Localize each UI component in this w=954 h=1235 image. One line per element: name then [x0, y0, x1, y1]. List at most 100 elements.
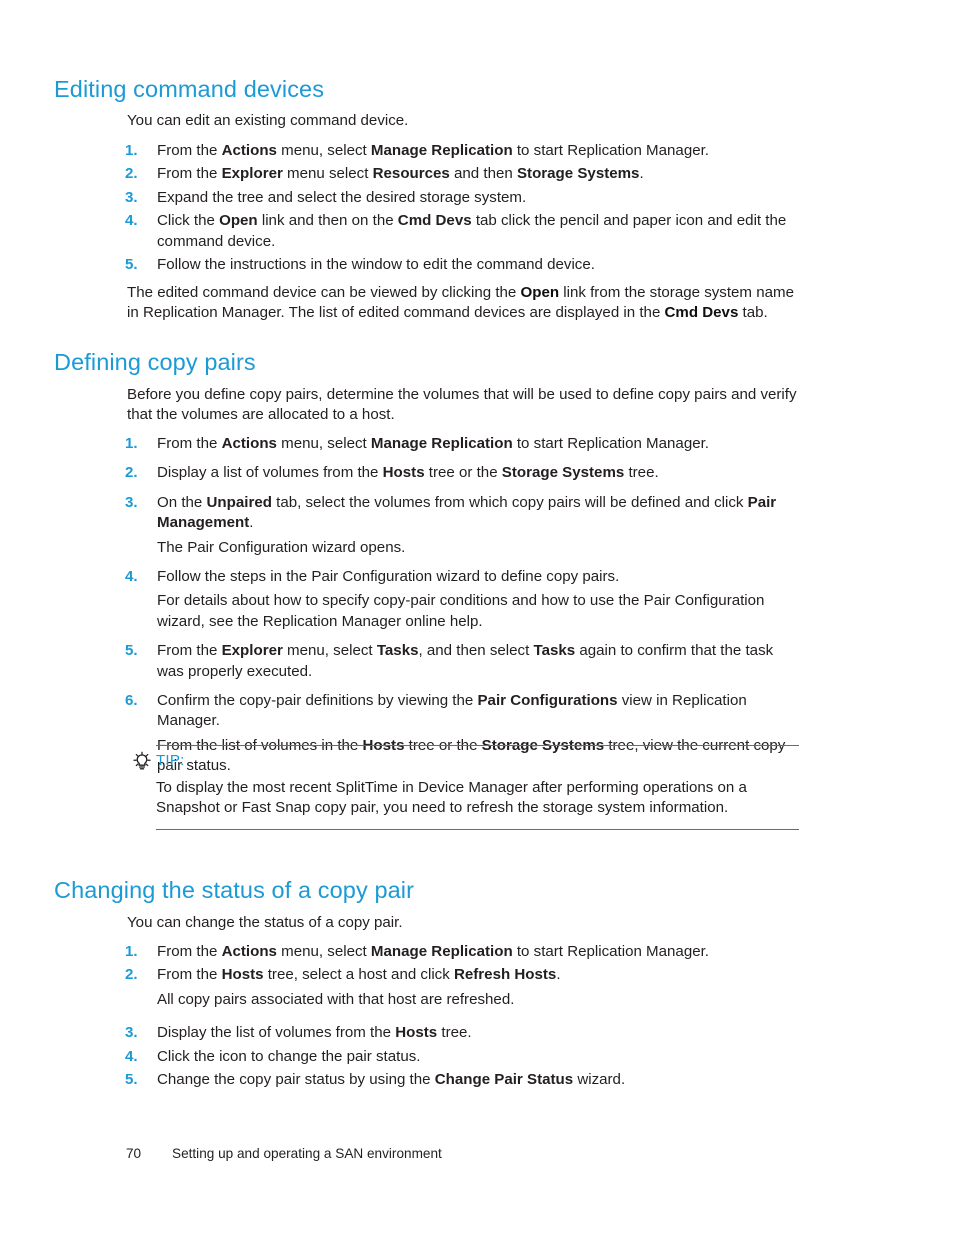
text-run: Display a list of volumes from the [157, 464, 383, 482]
text-run: The edited command device can be viewed … [127, 284, 521, 301]
step-subtext: The Pair Configuration wizard opens. [157, 538, 800, 558]
text-run: All copy pairs associated with that host… [157, 990, 515, 1008]
section-heading-editing-command-devices: Editing command devices [54, 76, 325, 102]
step-item: 1. From the Actions menu, select Manage R… [125, 434, 800, 454]
step-text: From the Actions menu, select Manage Rep… [157, 434, 800, 454]
text-run: to start Replication Manager. [512, 142, 709, 159]
step-number: 1. [125, 435, 138, 452]
bold-term: Change Pair Status [434, 1071, 574, 1089]
step-text: Follow the steps in the Pair Configurati… [157, 567, 800, 587]
text-run: . [556, 966, 561, 984]
step-item: 5. Change the copy pair status by using t… [125, 1070, 800, 1090]
bold-term: Hosts [221, 966, 264, 984]
step-number: 5. [125, 256, 138, 274]
text-run: From the [157, 435, 222, 452]
step-item: 5. Follow the instructions in the window … [125, 255, 800, 275]
bold-term: Cmd Devs [397, 212, 472, 230]
text-run: tree, select a host and click [263, 966, 454, 984]
text-run: tree or the [424, 464, 502, 482]
step-number: 3. [125, 1024, 138, 1042]
step-text: Confirm the copy-pair definitions by vie… [157, 691, 800, 732]
step-item: 2. Display a list of volumes from the Hos… [125, 463, 800, 483]
step-number: 2. [125, 464, 138, 482]
step-item: 1. From the Actions menu, select Manage R… [125, 942, 800, 962]
bold-term: Manage Replication [370, 943, 513, 960]
intro-paragraph-editing: You can edit an existing command device. [127, 112, 409, 129]
step-text: Expand the tree and select the desired s… [157, 188, 800, 208]
step-text: On the Unpaired tab, select the volumes … [157, 493, 800, 534]
step-number: 5. [125, 1071, 138, 1089]
step-item: 4. Click the icon to change the pair stat… [125, 1047, 800, 1067]
text-run: . [249, 514, 254, 532]
step-text: Click the icon to change the pair status… [157, 1047, 800, 1067]
text-run: Click the icon to change the pair status… [157, 1047, 421, 1065]
bold-term: Tasks [533, 642, 576, 660]
step-number: 1. [125, 943, 138, 960]
step-text: Display the list of volumes from the Hos… [157, 1023, 800, 1043]
bold-term: Explorer [221, 165, 283, 183]
text-run: Follow the steps in the Pair Configurati… [157, 568, 620, 586]
bold-term: Cmd Devs [664, 304, 739, 322]
step-text: From the Actions menu, select Manage Rep… [157, 141, 800, 161]
text-run: From the [157, 966, 222, 984]
step-subtext: All copy pairs associated with that host… [157, 990, 800, 1010]
step-number: 5. [125, 642, 138, 660]
bold-term: Refresh Hosts [453, 966, 557, 984]
text-run: The Pair Configuration wizard opens. [157, 538, 406, 556]
text-run: menu select [282, 165, 373, 183]
text-run: . [639, 165, 644, 183]
text-run: menu, select [276, 142, 371, 159]
step-item: 3. On the Unpaired tab, select the volume… [125, 493, 800, 558]
tip-box: TIP: To display the most recent SplitTim… [131, 745, 799, 830]
text-run: wizard. [573, 1071, 626, 1089]
intro-paragraph-defining: Before you define copy pairs, determine … [127, 386, 797, 424]
section-heading-changing-status: Changing the status of a copy pair [54, 877, 415, 903]
bold-term: Actions [221, 142, 277, 159]
bold-term: Hosts [382, 464, 425, 482]
text-run: tree. [624, 464, 659, 482]
step-item: 3. Display the list of volumes from the H… [125, 1023, 800, 1043]
bold-term: Unpaired [206, 493, 272, 511]
step-text: From the Explorer menu, select Tasks, an… [157, 641, 800, 682]
step-item: 5. From the Explorer menu, select Tasks, … [125, 641, 800, 682]
text-run: From the [157, 642, 222, 660]
lightbulb-icon [132, 751, 152, 771]
text-run: Display the list of volumes from the [157, 1024, 396, 1042]
text-run: tree. [437, 1024, 472, 1042]
text-run: menu, select [276, 943, 371, 960]
bold-term: Explorer [221, 642, 283, 660]
tip-rule-top [156, 745, 799, 746]
text-run: tab. [738, 304, 768, 322]
tip-label: TIP: [156, 752, 185, 769]
bold-term: Open [219, 212, 258, 230]
step-item: 1. From the Actions menu, select Manage R… [125, 141, 800, 161]
step-number: 2. [125, 165, 138, 183]
bold-term: Resources [372, 165, 450, 183]
step-number: 3. [125, 188, 138, 206]
text-run: , and then select [418, 642, 534, 660]
document-page: Editing command devices You can edit an … [0, 0, 954, 1235]
text-run: menu, select [282, 642, 377, 660]
text-run: From the [157, 142, 222, 159]
section-heading-defining-copy-pairs: Defining copy pairs [54, 349, 256, 375]
text-run: From the [157, 943, 222, 960]
step-number: 1. [125, 142, 138, 159]
intro-paragraph-changing: You can change the status of a copy pair… [127, 914, 403, 931]
page-number: 70 [126, 1146, 142, 1161]
text-run: From the [157, 165, 222, 183]
step-text: Follow the instructions in the window to… [157, 255, 800, 275]
text-run: and then [449, 165, 517, 183]
text-run: link and then on the [257, 212, 398, 230]
bold-term: Pair Configurations [477, 692, 618, 710]
step-number: 3. [125, 493, 138, 511]
step-item: 2. From the Hosts tree, select a host and… [125, 965, 800, 1010]
step-number: 4. [125, 568, 138, 586]
step-text: From the Hosts tree, select a host and c… [157, 965, 800, 985]
bold-term: Actions [221, 943, 277, 960]
steps-list-editing: 1. From the Actions menu, select Manage R… [125, 141, 800, 275]
bold-term: Open [520, 284, 560, 301]
steps-list-changing: 1. From the Actions menu, select Manage R… [125, 942, 800, 1090]
step-text: Change the copy pair status by using the… [157, 1070, 800, 1090]
bold-term: Storage Systems [516, 165, 640, 183]
step-item: 4. Follow the steps in the Pair Configura… [125, 567, 800, 632]
